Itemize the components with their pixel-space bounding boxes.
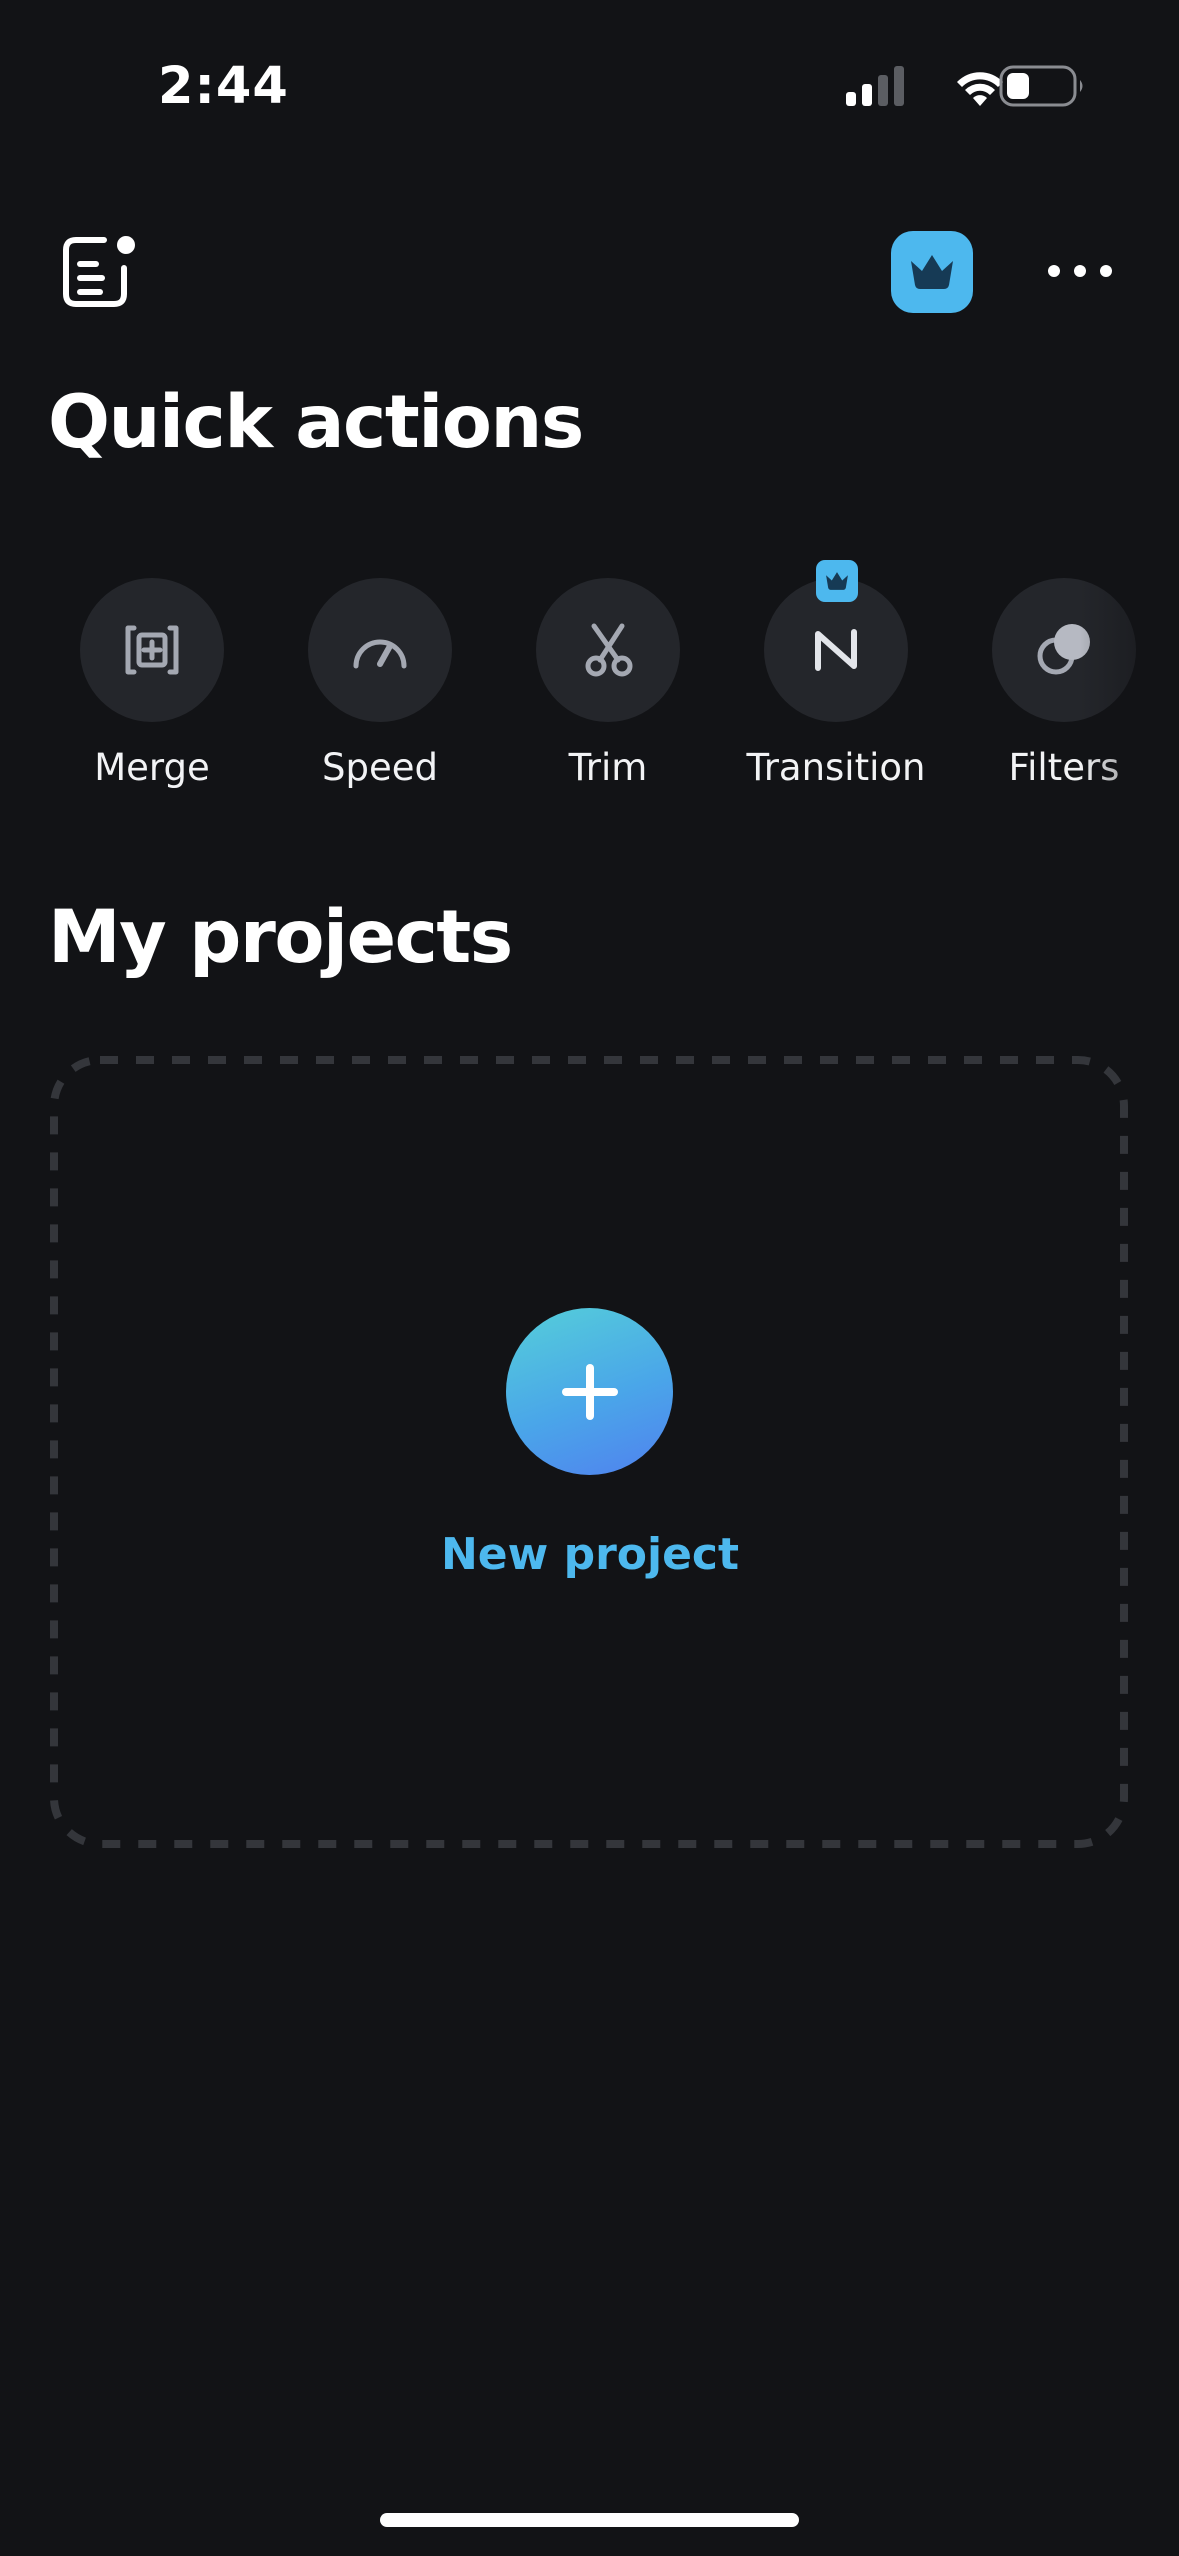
filters-icon xyxy=(1037,624,1090,675)
speed-button[interactable] xyxy=(308,578,452,722)
quick-actions-row[interactable]: Merge Speed Trim Transition Filters xyxy=(0,560,1179,820)
quick-action-filters[interactable]: Filters xyxy=(950,560,1178,800)
new-project-button[interactable] xyxy=(506,1308,673,1475)
crown-icon xyxy=(911,255,953,289)
status-time: 2:44 xyxy=(158,57,289,116)
speed-icon xyxy=(353,639,407,669)
quick-action-label: Speed xyxy=(322,746,438,789)
quick-action-speed[interactable]: Speed xyxy=(266,560,494,800)
premium-button[interactable] xyxy=(891,231,973,313)
my-projects-title: My projects xyxy=(48,895,513,980)
quick-action-transition[interactable]: Transition xyxy=(722,560,950,800)
cellular-signal-icon xyxy=(846,66,904,106)
merge-button[interactable] xyxy=(80,578,224,722)
plus-icon xyxy=(561,1363,618,1420)
battery-icon xyxy=(999,65,1083,107)
transition-icon xyxy=(815,629,857,671)
wifi-icon xyxy=(957,72,1003,106)
merge-icon xyxy=(125,625,179,675)
notes-icon xyxy=(63,236,135,307)
crown-icon xyxy=(826,572,848,590)
quick-action-label: Trim xyxy=(568,746,648,789)
quick-action-merge[interactable]: Merge xyxy=(38,560,266,800)
quick-action-label: Merge xyxy=(94,746,210,789)
quick-action-trim[interactable]: Trim xyxy=(494,560,722,800)
scissors-icon xyxy=(585,623,633,677)
quick-action-label: Filters xyxy=(1008,746,1120,789)
pro-badge xyxy=(816,560,858,602)
filters-button[interactable] xyxy=(992,578,1136,722)
more-button[interactable] xyxy=(1040,246,1120,296)
home-indicator[interactable] xyxy=(380,2513,799,2527)
quick-action-label: Transition xyxy=(746,746,926,789)
quick-actions-title: Quick actions xyxy=(48,380,584,465)
more-icon xyxy=(1048,265,1112,277)
trim-button[interactable] xyxy=(536,578,680,722)
status-icons xyxy=(846,65,1083,107)
new-project-label[interactable]: New project xyxy=(390,1525,790,1585)
notes-button[interactable] xyxy=(56,226,146,316)
